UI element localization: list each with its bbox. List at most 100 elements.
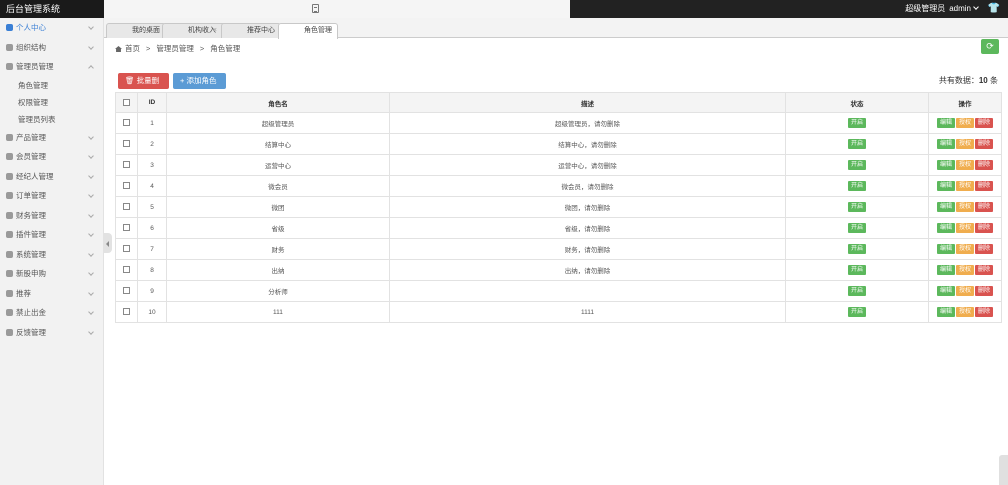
row-id: 9 bbox=[137, 280, 167, 302]
sidebar-item[interactable]: 系统管理 bbox=[0, 245, 103, 265]
row-name: 结算中心 bbox=[166, 133, 390, 155]
grant-button[interactable]: 授权 bbox=[955, 265, 974, 275]
row-checkbox[interactable] bbox=[123, 182, 130, 190]
grant-button[interactable]: 授权 bbox=[955, 181, 974, 191]
grant-button[interactable]: 授权 bbox=[955, 160, 974, 170]
grant-button[interactable]: 授权 bbox=[955, 202, 974, 212]
edit-button[interactable]: 编辑 bbox=[936, 223, 955, 233]
select-all-checkbox[interactable] bbox=[123, 98, 130, 106]
grant-button[interactable]: 授权 bbox=[955, 244, 974, 254]
top-bar: 后台管理系统 超级管理员 admin 👕 bbox=[0, 0, 1008, 18]
breadcrumb-level1[interactable]: 管理员管理 bbox=[156, 44, 194, 53]
status-badge[interactable]: 开启 bbox=[847, 223, 866, 233]
row-checkbox[interactable] bbox=[123, 203, 130, 211]
tab-desktop[interactable]: 我的桌面 bbox=[106, 23, 166, 38]
row-checkbox[interactable] bbox=[123, 224, 130, 232]
sidebar-item[interactable]: 反馈管理 bbox=[0, 323, 103, 343]
skin-icon[interactable]: 👕 bbox=[988, 4, 1000, 14]
add-role-button[interactable]: + 添加角色 bbox=[173, 73, 226, 89]
document-icon[interactable] bbox=[312, 4, 319, 13]
chevron-down-icon bbox=[88, 231, 94, 237]
delete-button[interactable]: 删除 bbox=[975, 244, 994, 254]
status-badge[interactable]: 开启 bbox=[847, 307, 866, 317]
tab-referral-center[interactable]: 推荐中心 × bbox=[221, 23, 281, 38]
grant-button[interactable]: 授权 bbox=[955, 307, 974, 317]
edit-button[interactable]: 编辑 bbox=[936, 286, 955, 296]
row-status-cell: 开启 bbox=[785, 280, 929, 302]
status-badge[interactable]: 开启 bbox=[847, 244, 866, 254]
status-badge[interactable]: 开启 bbox=[847, 139, 866, 149]
delete-button[interactable]: 删除 bbox=[975, 223, 994, 233]
sidebar-item[interactable]: 经纪人管理 bbox=[0, 167, 103, 187]
status-badge[interactable]: 开启 bbox=[847, 265, 866, 275]
chevron-down-icon bbox=[88, 211, 94, 218]
grant-button[interactable]: 授权 bbox=[955, 118, 974, 128]
tab-role-management[interactable]: 角色管理 × bbox=[278, 23, 338, 39]
edit-button[interactable]: 编辑 bbox=[936, 265, 955, 275]
sidebar-item[interactable]: 插件管理 bbox=[0, 225, 103, 245]
sidebar-item[interactable]: 组织结构 bbox=[0, 38, 103, 58]
delete-button[interactable]: 删除 bbox=[975, 202, 994, 212]
delete-button[interactable]: 删除 bbox=[975, 265, 994, 275]
edit-button[interactable]: 编辑 bbox=[936, 202, 955, 212]
sidebar-item[interactable]: 管理员管理 bbox=[0, 57, 103, 77]
sidebar-subitem[interactable]: 管理员列表 bbox=[0, 111, 103, 128]
row-checkbox[interactable] bbox=[123, 308, 130, 316]
row-checkbox[interactable] bbox=[123, 287, 130, 295]
grant-button[interactable]: 授权 bbox=[955, 139, 974, 149]
delete-button[interactable]: 删除 bbox=[975, 181, 994, 191]
status-badge[interactable]: 开启 bbox=[847, 160, 866, 170]
sidebar-item-label: 反馈管理 bbox=[16, 327, 46, 337]
delete-button[interactable]: 删除 bbox=[975, 286, 994, 296]
row-name: 运营中心 bbox=[166, 154, 390, 176]
sidebar-item[interactable]: 会员管理 bbox=[0, 147, 103, 167]
status-badge[interactable]: 开启 bbox=[847, 286, 866, 296]
sidebar-item[interactable]: 财务管理 bbox=[0, 206, 103, 226]
edit-button[interactable]: 编辑 bbox=[936, 181, 955, 191]
grant-button[interactable]: 授权 bbox=[955, 286, 974, 296]
row-actions: 编辑 授权 删除 bbox=[928, 301, 1002, 323]
row-checkbox[interactable] bbox=[123, 266, 130, 274]
grant-button[interactable]: 授权 bbox=[955, 223, 974, 233]
edit-button[interactable]: 编辑 bbox=[936, 307, 955, 317]
sidebar-item[interactable]: 新股申购 bbox=[0, 264, 103, 284]
row-checkbox[interactable] bbox=[123, 245, 130, 253]
user-menu[interactable]: 超级管理员 admin bbox=[901, 0, 979, 18]
scrollbar[interactable] bbox=[999, 455, 1008, 485]
edit-button[interactable]: 编辑 bbox=[936, 244, 955, 254]
status-badge[interactable]: 开启 bbox=[847, 181, 866, 191]
sidebar-subitem[interactable]: 角色管理 bbox=[0, 77, 103, 94]
delete-button[interactable]: 删除 bbox=[975, 160, 994, 170]
close-icon[interactable]: × bbox=[268, 24, 272, 38]
row-desc: 出纳，请勿删除 bbox=[389, 259, 786, 281]
menu-icon bbox=[6, 270, 13, 277]
row-checkbox[interactable] bbox=[123, 140, 130, 148]
edit-button[interactable]: 编辑 bbox=[936, 118, 955, 128]
status-badge[interactable]: 开启 bbox=[847, 118, 866, 128]
close-icon[interactable]: × bbox=[325, 24, 329, 38]
close-icon[interactable]: × bbox=[213, 24, 217, 38]
tab-institution-income[interactable]: 机构收入 × bbox=[162, 23, 226, 38]
delete-button[interactable]: 删除 bbox=[975, 118, 994, 128]
batch-delete-button[interactable]: 🗑 批量删除 bbox=[118, 73, 169, 101]
delete-button[interactable]: 删除 bbox=[975, 307, 994, 317]
breadcrumb-home[interactable]: 首页 bbox=[125, 44, 140, 53]
sidebar-item[interactable]: 个人中心 bbox=[0, 18, 103, 38]
sidebar-item[interactable]: 禁止出金 bbox=[0, 303, 103, 323]
status-badge[interactable]: 开启 bbox=[847, 202, 866, 212]
sidebar-subitem[interactable]: 权限管理 bbox=[0, 94, 103, 111]
chevron-down-icon bbox=[88, 24, 94, 30]
delete-button[interactable]: 删除 bbox=[975, 139, 994, 149]
table-row: 9 分析师 开启 编辑 授权 删除 bbox=[115, 280, 1002, 302]
sidebar-item[interactable]: 产品管理 bbox=[0, 128, 103, 148]
sidebar-item[interactable]: 订单管理 bbox=[0, 186, 103, 206]
row-checkbox[interactable] bbox=[123, 161, 130, 169]
row-checkbox[interactable] bbox=[123, 119, 130, 127]
edit-button[interactable]: 编辑 bbox=[936, 160, 955, 170]
refresh-button[interactable]: ⟳ bbox=[981, 39, 999, 54]
edit-button[interactable]: 编辑 bbox=[936, 139, 955, 149]
sidebar-item[interactable]: 推荐 bbox=[0, 284, 103, 304]
row-name: 分析师 bbox=[166, 280, 390, 302]
row-id: 7 bbox=[137, 238, 167, 260]
sidebar-collapse-handle[interactable] bbox=[104, 233, 112, 253]
